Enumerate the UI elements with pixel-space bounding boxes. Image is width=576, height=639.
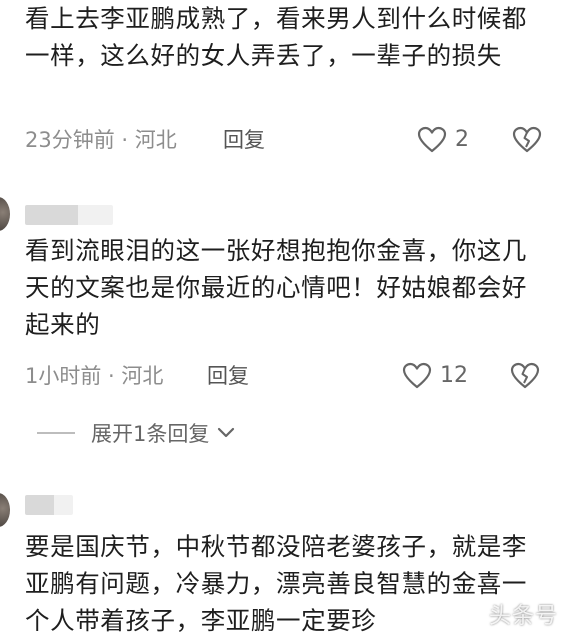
comment-text: 看到流眼泪的这一张好想抱抱你金喜，你这几天的文案也是你最近的心情吧！好姑娘都会好… — [25, 236, 527, 339]
expand-replies-label: 展开1条回复 — [91, 422, 210, 446]
comment-text: 要是国庆节，中秋节都没陪老婆孩子，就是李亚鹏有问题，冷暴力，漂亮善良智慧的金喜一… — [25, 532, 527, 635]
divider-line — [37, 432, 75, 434]
broken-heart-icon — [510, 362, 540, 389]
heart-outline-icon — [417, 126, 447, 153]
like-button[interactable]: 2 — [417, 123, 469, 157]
watermark: 头条号 — [488, 604, 558, 629]
comment-meta: 23分钟前 · 河北 回复 2 — [25, 123, 555, 157]
chevron-down-icon — [218, 427, 235, 438]
like-count: 12 — [440, 363, 468, 388]
broken-heart-icon — [512, 126, 542, 153]
comment-time-location: 1小时前 · 河北 — [25, 364, 164, 388]
avatar[interactable] — [0, 493, 10, 527]
avatar[interactable] — [0, 197, 10, 231]
heart-outline-icon — [402, 362, 432, 389]
comment-meta: 1小时前 · 河北 回复 12 — [25, 359, 555, 393]
like-button[interactable]: 12 — [402, 359, 468, 393]
expand-replies-button[interactable]: 展开1条回复 — [37, 416, 235, 450]
username[interactable] — [25, 205, 113, 225]
username[interactable] — [25, 495, 73, 515]
dislike-button[interactable] — [512, 123, 542, 157]
like-count: 2 — [455, 127, 469, 152]
comment-text: 看上去李亚鹏成熟了，看来男人到什么时候都一样，这么好的女人弄丢了，一辈子的损失 — [25, 4, 527, 70]
comment-time-location: 23分钟前 · 河北 — [25, 128, 177, 152]
reply-button[interactable]: 回复 — [223, 123, 265, 157]
reply-button[interactable]: 回复 — [207, 359, 249, 393]
dislike-button[interactable] — [510, 359, 540, 393]
